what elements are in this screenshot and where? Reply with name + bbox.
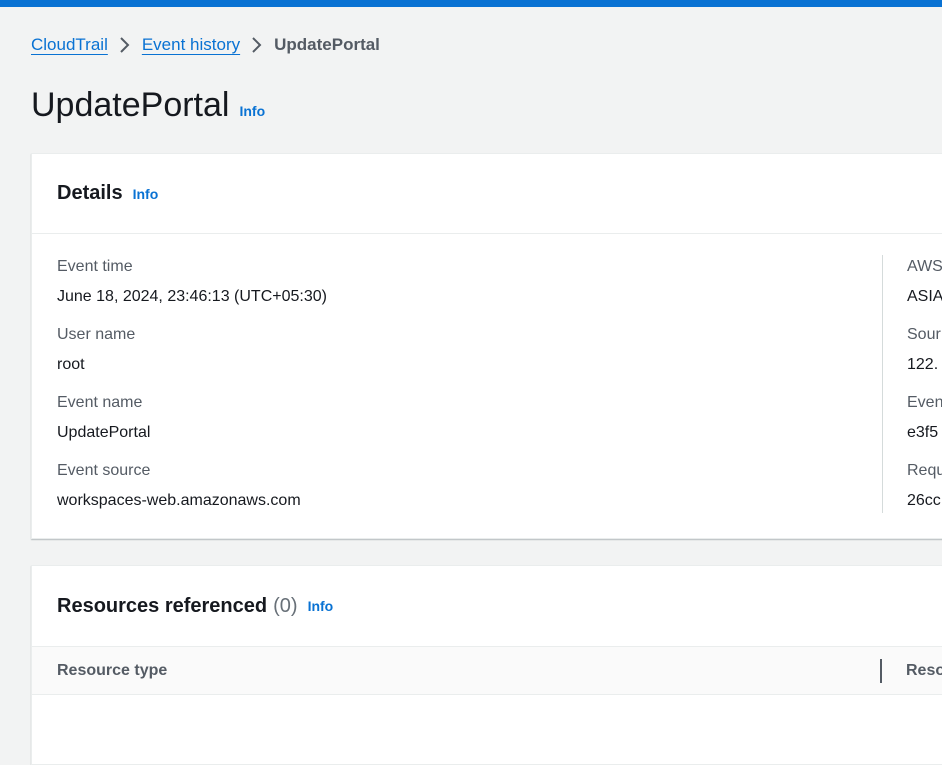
source-ip-value: 122. [907,356,939,373]
details-title: Details [57,182,123,204]
chevron-right-icon [108,35,142,55]
resources-panel: Resources referenced (0) Info Resource t… [31,565,942,765]
aws-access-key-value: ASIA [907,288,942,305]
page-header: UpdatePortal Info [31,86,265,125]
resources-info-link[interactable]: Info [308,598,334,614]
resources-header: Resources referenced (0) Info [32,566,942,647]
column-header-resource-name[interactable]: Reso [906,647,942,695]
chevron-right-icon [240,35,274,55]
column-divider [882,255,883,513]
resources-count: (0) [273,594,298,617]
event-id-value: e3f5 [907,424,939,441]
details-header: Details Info [32,154,942,234]
event-source-value: workspaces-web.amazonaws.com [57,492,301,509]
event-source-label: Event source [57,462,151,479]
top-accent-bar [0,0,942,7]
request-id-label: Requ [907,462,942,479]
breadcrumb-event-history-link[interactable]: Event history [142,35,240,55]
event-name-label: Event name [57,394,143,411]
event-time-value: June 18, 2024, 23:46:13 (UTC+05:30) [57,288,327,305]
details-left-column: Event time June 18, 2024, 23:46:13 (UTC+… [57,256,327,528]
event-name-value: UpdatePortal [57,424,151,441]
breadcrumb: CloudTrail Event history UpdatePortal [31,34,380,56]
page-title: UpdatePortal [31,86,230,124]
event-id-label: Even [907,394,942,411]
column-header-resource-type[interactable]: Resource type [57,647,167,695]
resources-title: Resources referenced [57,594,268,617]
breadcrumb-cloudtrail-link[interactable]: CloudTrail [31,35,108,55]
resources-table-header: Resource type Reso [32,647,942,695]
details-panel: Details Info Event time June 18, 2024, 2… [31,153,942,539]
event-time-label: Event time [57,258,133,275]
user-name-value: root [57,356,85,373]
user-name-label: User name [57,326,136,343]
aws-access-key-label: AWS [907,258,942,275]
column-resize-handle[interactable] [880,659,882,683]
breadcrumb-current: UpdatePortal [274,35,380,54]
details-right-column: AWS ASIA Sour 122. Even e3f5 Requ 26cc [907,256,942,528]
source-ip-label: Sour [907,326,941,343]
details-info-link[interactable]: Info [133,186,159,202]
page-info-link[interactable]: Info [239,103,265,119]
request-id-value: 26cc [907,492,941,509]
